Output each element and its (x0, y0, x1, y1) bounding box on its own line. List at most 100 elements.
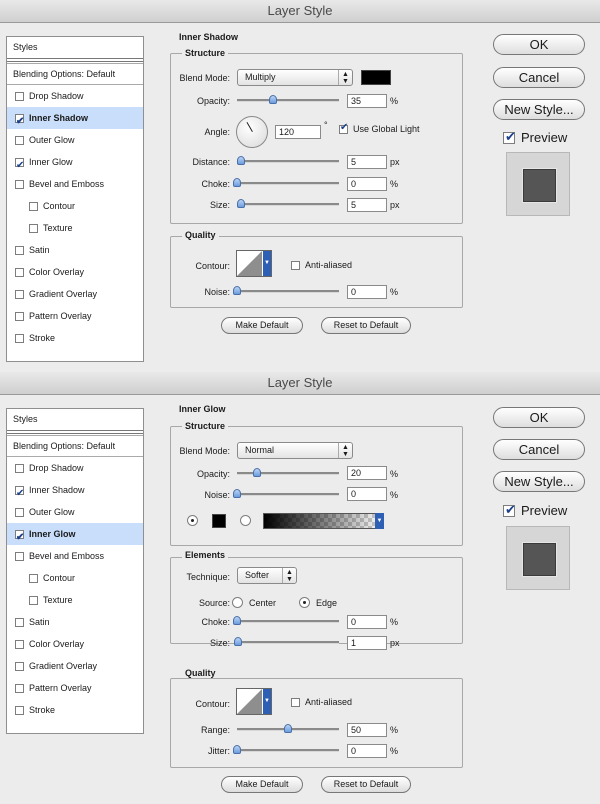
checkbox-unchecked-icon[interactable] (15, 91, 24, 101)
noise-slider[interactable] (233, 488, 339, 500)
use-global-light-checkbox[interactable]: Use Global Light (339, 122, 420, 134)
opacity-slider[interactable] (237, 94, 339, 106)
contour-picker[interactable]: ▼ (236, 688, 272, 715)
checkbox-checked-icon[interactable] (15, 483, 24, 505)
new-style-button[interactable]: New Style... (493, 99, 585, 120)
noise-input[interactable]: 0 (347, 487, 387, 501)
checkbox-unchecked-icon[interactable] (15, 683, 24, 693)
source-center-radio[interactable] (232, 597, 243, 608)
blend-mode-select[interactable]: Normal ▲ ▼ (237, 442, 353, 459)
checkbox-unchecked-icon[interactable] (15, 245, 24, 255)
opacity-input[interactable]: 35 (347, 94, 387, 108)
checkbox-unchecked-icon[interactable] (29, 201, 38, 211)
style-item[interactable]: Gradient Overlay (7, 655, 143, 677)
distance-slider-thumb[interactable] (237, 156, 246, 165)
size-input[interactable]: 5 (347, 198, 387, 212)
noise-slider[interactable] (233, 285, 339, 297)
range-slider[interactable] (237, 723, 339, 735)
choke-slider[interactable] (233, 177, 339, 189)
checkbox-unchecked-icon[interactable] (15, 639, 24, 649)
choke-input[interactable]: 0 (347, 177, 387, 191)
checkbox-checked-icon[interactable] (15, 111, 24, 133)
jitter-slider[interactable] (233, 744, 339, 756)
style-item[interactable]: Pattern Overlay (7, 305, 143, 327)
style-item[interactable]: Contour (7, 567, 143, 589)
checkbox-unchecked-icon[interactable] (15, 463, 24, 473)
distance-slider[interactable] (237, 155, 339, 167)
checkbox-unchecked-icon[interactable] (15, 507, 24, 517)
angle-input[interactable]: 120 (275, 125, 321, 139)
checkbox-unchecked-icon[interactable] (15, 551, 24, 561)
checkbox-unchecked-icon[interactable] (15, 135, 24, 145)
style-item[interactable]: Texture (7, 589, 143, 611)
anti-aliased-checkbox[interactable]: Anti-aliased (291, 260, 352, 270)
checkbox-unchecked-icon[interactable] (15, 333, 24, 343)
range-slider-thumb[interactable] (284, 724, 292, 733)
shadow-color-swatch[interactable] (361, 70, 391, 85)
checkbox-unchecked-icon[interactable] (15, 289, 24, 299)
style-item[interactable]: Pattern Overlay (7, 677, 143, 699)
style-item[interactable]: Inner Shadow (7, 107, 143, 133)
style-item[interactable]: Inner Glow (7, 151, 143, 177)
distance-input[interactable]: 5 (347, 155, 387, 169)
blend-mode-select[interactable]: Multiply ▲ ▼ (237, 69, 353, 86)
jitter-input[interactable]: 0 (347, 744, 387, 758)
dropdown-arrow-icon[interactable]: ▼ (375, 513, 384, 529)
preview-checkbox[interactable]: Preview (503, 502, 567, 518)
style-item[interactable]: Texture (7, 217, 143, 239)
style-item[interactable]: Outer Glow (7, 501, 143, 523)
style-item[interactable]: Drop Shadow (7, 85, 143, 107)
make-default-button[interactable]: Make Default (221, 317, 303, 334)
choke-slider-thumb[interactable] (233, 616, 241, 625)
angle-dial[interactable] (236, 116, 268, 148)
gradient-radio[interactable] (240, 515, 251, 526)
anti-aliased-checkbox[interactable]: Anti-aliased (291, 697, 352, 707)
size-input[interactable]: 1 (347, 636, 387, 650)
range-input[interactable]: 50 (347, 723, 387, 737)
checkbox-unchecked-icon[interactable] (29, 573, 38, 583)
reset-to-default-button[interactable]: Reset to Default (321, 317, 411, 334)
dropdown-arrow-icon[interactable]: ▼ (263, 689, 271, 714)
glow-gradient-picker[interactable]: ▼ (263, 513, 384, 529)
cancel-button[interactable]: Cancel (493, 439, 585, 460)
checkbox-unchecked-icon[interactable] (29, 223, 38, 233)
size-slider[interactable] (234, 636, 339, 648)
style-item[interactable]: Drop Shadow (7, 457, 143, 479)
style-item[interactable]: Contour (7, 195, 143, 217)
size-slider[interactable] (237, 198, 339, 210)
make-default-button[interactable]: Make Default (221, 776, 303, 793)
style-item[interactable]: Color Overlay (7, 633, 143, 655)
preview-checkbox[interactable]: Preview (503, 129, 567, 145)
new-style-button[interactable]: New Style... (493, 471, 585, 492)
style-item[interactable]: Inner Shadow (7, 479, 143, 505)
size-slider-thumb[interactable] (237, 199, 246, 208)
style-item[interactable]: Stroke (7, 327, 143, 349)
opacity-slider-thumb[interactable] (253, 468, 262, 477)
checkbox-unchecked-icon[interactable] (15, 267, 24, 277)
blending-options-item[interactable]: Blending Options: Default (7, 435, 143, 457)
styles-header[interactable]: Styles (7, 37, 143, 59)
opacity-slider-thumb[interactable] (268, 95, 277, 104)
solid-color-radio[interactable] (187, 515, 198, 526)
checkbox-checked-icon[interactable] (15, 155, 24, 177)
checkbox-checked-icon[interactable] (15, 527, 24, 549)
reset-to-default-button[interactable]: Reset to Default (321, 776, 411, 793)
opacity-slider[interactable] (237, 467, 339, 479)
style-item[interactable]: Bevel and Emboss (7, 545, 143, 567)
style-item[interactable]: Inner Glow (7, 523, 143, 549)
ok-button[interactable]: OK (493, 34, 585, 55)
cancel-button[interactable]: Cancel (493, 67, 585, 88)
dropdown-arrow-icon[interactable]: ▼ (263, 251, 271, 276)
style-item[interactable]: Color Overlay (7, 261, 143, 283)
checkbox-unchecked-icon[interactable] (15, 179, 24, 189)
style-item[interactable]: Bevel and Emboss (7, 173, 143, 195)
checkbox-unchecked-icon[interactable] (29, 595, 38, 605)
choke-slider-thumb[interactable] (233, 178, 241, 187)
style-item[interactable]: Stroke (7, 699, 143, 721)
noise-slider-thumb[interactable] (233, 286, 241, 295)
source-edge-radio[interactable] (299, 597, 310, 608)
blending-options-item[interactable]: Blending Options: Default (7, 63, 143, 85)
checkbox-unchecked-icon[interactable] (15, 705, 24, 715)
contour-picker[interactable]: ▼ (236, 250, 272, 277)
choke-slider[interactable] (233, 615, 339, 627)
